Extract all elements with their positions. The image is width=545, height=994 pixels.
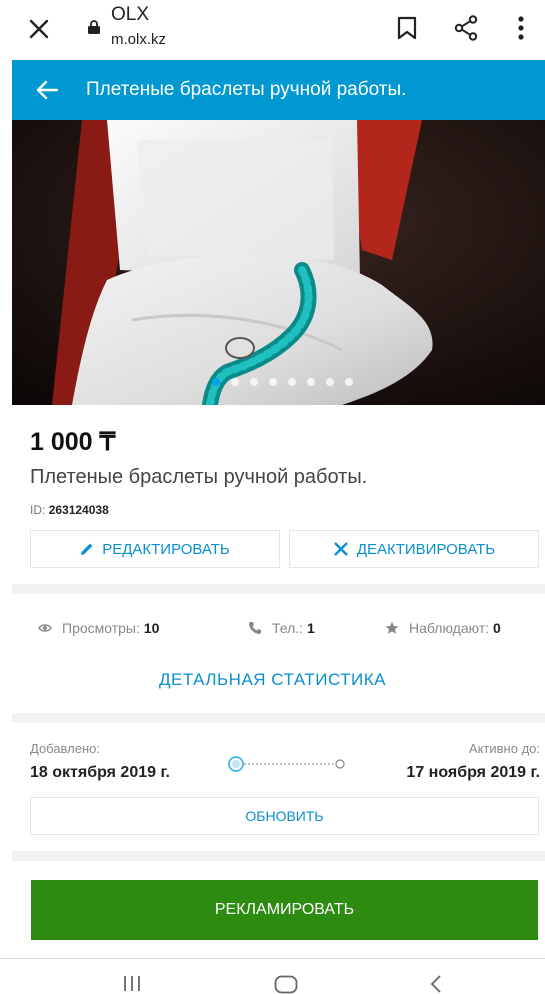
gallery-pagination bbox=[212, 378, 353, 386]
gallery-dot[interactable] bbox=[269, 378, 277, 386]
ad-photo bbox=[12, 120, 545, 405]
photo-gallery[interactable] bbox=[12, 120, 545, 405]
section-divider bbox=[12, 584, 545, 594]
edit-button[interactable]: РЕДАКТИРОВАТЬ bbox=[30, 530, 280, 568]
share-icon[interactable] bbox=[454, 15, 478, 41]
star-icon bbox=[385, 621, 399, 634]
watchers-stat: Наблюдают: 0 bbox=[385, 620, 501, 636]
ad-title: Плетеные браслеты ручной работы. bbox=[30, 466, 368, 488]
refresh-button-label: ОБНОВИТЬ bbox=[245, 808, 324, 824]
views-stat: Просмотры: 10 bbox=[38, 620, 159, 636]
phone-icon bbox=[249, 622, 261, 634]
close-x-icon bbox=[333, 542, 348, 556]
refresh-button[interactable]: ОБНОВИТЬ bbox=[30, 797, 539, 835]
watchers-value: 0 bbox=[493, 620, 501, 636]
close-icon[interactable] bbox=[28, 18, 50, 40]
added-date: 18 октября 2019 г. bbox=[30, 764, 170, 781]
home-icon[interactable] bbox=[274, 975, 298, 994]
ad-price: 1 000 ₸ bbox=[30, 428, 116, 456]
deactivate-button-label: ДЕАКТИВИРОВАТЬ bbox=[356, 540, 496, 558]
section-divider bbox=[12, 713, 545, 723]
bookmark-icon[interactable] bbox=[397, 16, 417, 40]
site-url[interactable]: m.olx.kz bbox=[111, 31, 166, 48]
ad-id-value: 263124038 bbox=[48, 503, 109, 517]
edit-button-label: РЕДАКТИРОВАТЬ bbox=[102, 540, 230, 558]
stats-row: Просмотры: 10 Тел.: 1 Наблюдают: 0 bbox=[30, 620, 535, 640]
promote-button[interactable]: РЕКЛАМИРОВАТЬ bbox=[31, 880, 538, 940]
views-label: Просмотры: bbox=[62, 620, 140, 636]
section-divider bbox=[12, 851, 545, 861]
site-name: OLX bbox=[111, 4, 150, 25]
pencil-icon bbox=[81, 543, 93, 555]
lock-icon bbox=[88, 20, 100, 34]
watchers-label: Наблюдают: bbox=[409, 620, 490, 636]
ad-id: ID: 263124038 bbox=[30, 503, 109, 517]
recent-apps-icon[interactable] bbox=[123, 975, 141, 992]
gallery-dot[interactable] bbox=[288, 378, 296, 386]
page-title: Плетеные браслеты ручной работы. bbox=[86, 79, 407, 100]
added-label: Добавлено: bbox=[30, 741, 101, 756]
gallery-dot[interactable] bbox=[307, 378, 315, 386]
ad-id-label: ID: bbox=[30, 503, 46, 517]
page-header: Плетеные браслеты ручной работы. bbox=[12, 60, 545, 120]
gallery-dot[interactable] bbox=[212, 378, 220, 386]
phone-value: 1 bbox=[306, 620, 315, 636]
detailed-stats-link[interactable]: ДЕТАЛЬНАЯ СТАТИСТИКА bbox=[0, 670, 545, 690]
activity-timeline bbox=[228, 756, 345, 772]
gallery-dot[interactable] bbox=[231, 378, 239, 386]
gallery-dot[interactable] bbox=[250, 378, 258, 386]
gallery-dot[interactable] bbox=[326, 378, 334, 386]
views-value: 10 bbox=[143, 620, 160, 636]
active-until-date: 17 ноября 2019 г. bbox=[406, 764, 540, 781]
phone-stat: Тел.: 1 bbox=[248, 620, 315, 636]
browser-toolbar: OLX m.olx.kz bbox=[0, 0, 545, 60]
system-back-icon[interactable] bbox=[430, 975, 442, 993]
back-arrow-icon[interactable] bbox=[36, 80, 58, 100]
more-menu-icon[interactable] bbox=[518, 16, 524, 40]
eye-icon bbox=[38, 624, 52, 632]
gallery-dot[interactable] bbox=[345, 378, 353, 386]
phone-label: Тел.: bbox=[272, 620, 304, 636]
promote-button-label: РЕКЛАМИРОВАТЬ bbox=[214, 901, 355, 918]
system-navigation-bar bbox=[0, 958, 545, 994]
active-until-label: Активно до: bbox=[468, 741, 540, 756]
deactivate-button[interactable]: ДЕАКТИВИРОВАТЬ bbox=[289, 530, 539, 568]
